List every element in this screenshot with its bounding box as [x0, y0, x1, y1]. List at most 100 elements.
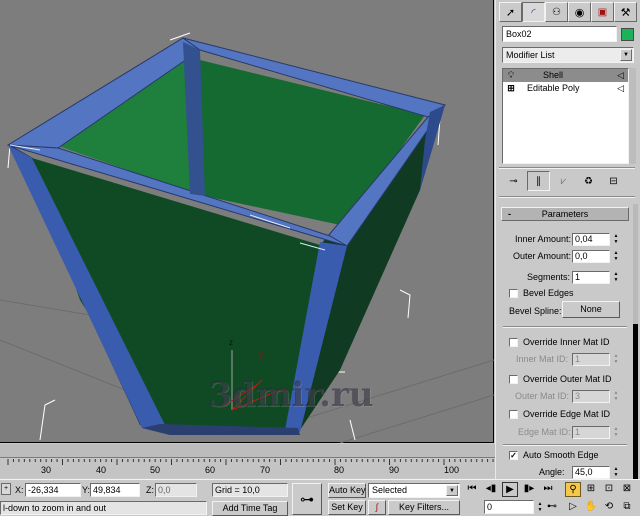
remove-modifier-button[interactable]: ♻	[577, 171, 600, 191]
create-tab[interactable]: ➚	[499, 2, 522, 22]
zoom-all-button[interactable]: ⊞	[583, 482, 599, 497]
tick-label-40: 40	[96, 465, 107, 475]
stack-toolbar: ⊸ ∥ ⩗ ♻ ⊟	[502, 171, 636, 193]
override-edge-mat-checkbox[interactable]	[509, 410, 518, 419]
auto-key-button[interactable]: Auto Key	[328, 483, 366, 498]
inner-mat-id-spinner[interactable]: ▲ ▼	[612, 353, 620, 366]
parameters-rollout: - Parameters Inner Amount: 0,04 ▲ ▼ Outer…	[499, 204, 632, 480]
segments-spinner[interactable]: ▲ ▼	[612, 271, 620, 284]
current-frame-spinner[interactable]: ▲ ▼	[536, 501, 544, 514]
tick-label-90: 90	[389, 465, 400, 475]
arc-rotate-button[interactable]: ⟲	[601, 500, 617, 515]
z-coord-field[interactable]: 0,0	[155, 483, 197, 497]
collapse-icon: -	[508, 209, 511, 219]
zoom-extents-icon: ⊡	[604, 483, 614, 494]
zoom-button[interactable]: ⚲	[565, 482, 581, 497]
trash-icon: ♻	[584, 175, 593, 187]
tick-label-70: 70	[260, 465, 271, 475]
modifier-list-dropdown[interactable]: Modifier List ▼	[502, 47, 634, 63]
outer-mat-id-field[interactable]: 3	[572, 390, 610, 403]
zoom-magnifier-icon: ⚲	[569, 484, 577, 495]
field-of-view-button[interactable]: ▷	[565, 500, 581, 515]
display-tab[interactable]: ▣	[591, 2, 614, 22]
previous-frame-button[interactable]: ◂▮	[483, 482, 499, 497]
utilities-tab[interactable]: ⚒	[614, 2, 637, 22]
plus-icon[interactable]: ⊞	[506, 82, 516, 95]
stack-scrollbar[interactable]	[629, 68, 636, 164]
motion-tab[interactable]: ◉	[568, 2, 591, 22]
next-frame-icon: ▮▸	[523, 483, 535, 494]
edge-mat-id-label: Edge Mat ID:	[518, 427, 571, 437]
bulb-icon[interactable]: 💡︎	[506, 69, 516, 82]
zoom-extents-all-icon: ⊠	[622, 483, 632, 494]
inner-mat-id-label: Inner Mat ID:	[516, 354, 569, 364]
add-time-tag-button[interactable]: Add Time Tag	[212, 501, 288, 516]
segments-field[interactable]: 1	[572, 271, 610, 284]
tick-label-60: 60	[205, 465, 216, 475]
show-end-result-button[interactable]: ∥	[527, 171, 550, 191]
perspective-viewport[interactable]: z y x 3dmir.ru	[0, 0, 494, 443]
override-outer-mat-label: Override Outer Mat ID	[523, 374, 612, 384]
unique-icon: ⩗	[560, 175, 567, 187]
zoom-extents-all-button[interactable]: ⊠	[619, 482, 635, 497]
key-selection-dropdown[interactable]: Selected ▼	[368, 483, 460, 498]
hierarchy-tab[interactable]: ⚇	[545, 2, 568, 22]
outer-mat-id-spinner[interactable]: ▲ ▼	[612, 390, 620, 403]
set-key-toggle[interactable]: ⊶	[292, 483, 322, 515]
pin-stack-button[interactable]: ⊸	[502, 171, 525, 191]
selection-lock-toggle[interactable]: +	[1, 483, 11, 495]
x-coord-label: X:	[15, 485, 24, 495]
override-inner-mat-checkbox[interactable]	[509, 338, 518, 347]
maximize-viewport-button[interactable]: ⧉	[619, 500, 635, 515]
next-frame-button[interactable]: ▮▸	[521, 482, 537, 497]
inner-mat-id-field[interactable]: 1	[572, 353, 610, 366]
x-coord-field[interactable]: -26,334	[25, 483, 81, 497]
outer-amount-spinner[interactable]: ▲ ▼	[612, 250, 620, 263]
divider	[499, 196, 635, 198]
set-key-button[interactable]: Set Key	[328, 500, 366, 515]
parameters-rollout-header[interactable]: - Parameters	[501, 207, 629, 221]
current-frame-field[interactable]: 0	[484, 500, 534, 514]
timeline-config-area	[495, 444, 640, 479]
watermark: 3dmir.ru	[208, 375, 374, 415]
object-name-field[interactable]: Box02	[502, 26, 617, 42]
z-coord-label: Z:	[146, 485, 154, 495]
hammer-icon: ⚒	[620, 6, 631, 19]
key-icon: ⊶	[300, 491, 314, 507]
configure-modifier-sets-button[interactable]: ⊟	[602, 171, 625, 191]
end-result-icon: ∥	[536, 175, 541, 187]
key-mode-toggle[interactable]: ∫	[368, 500, 386, 515]
key-filters-button[interactable]: Key Filters...	[388, 500, 460, 515]
key-mode-button[interactable]: ⊷	[544, 500, 560, 515]
pan-button[interactable]: ✋	[583, 500, 599, 515]
track-bar-ticks	[7, 459, 494, 465]
make-unique-button[interactable]: ⩗	[552, 171, 575, 191]
stack-item-editable-poly[interactable]: ⊞ Editable Poly ◁	[503, 82, 628, 95]
command-panel-tabs: ➚ ◜ ⚇ ◉ ▣ ⚒	[499, 2, 638, 22]
key-mode-icon: ⊷	[547, 501, 557, 512]
stack-item-label: Shell	[543, 70, 564, 80]
go-to-end-icon: ⏭	[543, 483, 553, 494]
inner-amount-field[interactable]: 0,04	[572, 233, 610, 246]
zoom-extents-button[interactable]: ⊡	[601, 482, 617, 497]
go-to-end-button[interactable]: ⏭	[540, 482, 556, 497]
stack-item-label: Editable Poly	[527, 83, 580, 93]
modify-tab[interactable]: ◜	[522, 2, 545, 22]
hierarchy-icon: ⚇	[552, 6, 561, 18]
command-panel: ➚ ◜ ⚇ ◉ ▣ ⚒ Box02 Modifier List ▼ 💡︎ She…	[495, 0, 640, 480]
go-to-start-button[interactable]: ⏮	[464, 482, 480, 497]
play-button[interactable]: ▶	[502, 482, 518, 497]
y-coord-field[interactable]: 49,834	[90, 483, 140, 497]
object-color-swatch[interactable]	[621, 28, 634, 41]
edge-mat-id-spinner[interactable]: ▲ ▼	[612, 426, 620, 439]
gizmo-z-label: z	[229, 338, 233, 347]
rollout-scrollbar[interactable]	[633, 204, 638, 480]
override-outer-mat-checkbox[interactable]	[509, 375, 518, 384]
bevel-spline-button[interactable]: None	[562, 301, 620, 318]
stack-item-shell[interactable]: 💡︎ Shell ◁	[503, 69, 628, 82]
outer-amount-field[interactable]: 0,0	[572, 250, 610, 263]
edge-mat-id-field[interactable]: 1	[572, 426, 610, 439]
bevel-edges-checkbox[interactable]	[509, 289, 518, 298]
inner-amount-spinner[interactable]: ▲ ▼	[612, 233, 620, 246]
fov-icon: ▷	[569, 501, 577, 512]
